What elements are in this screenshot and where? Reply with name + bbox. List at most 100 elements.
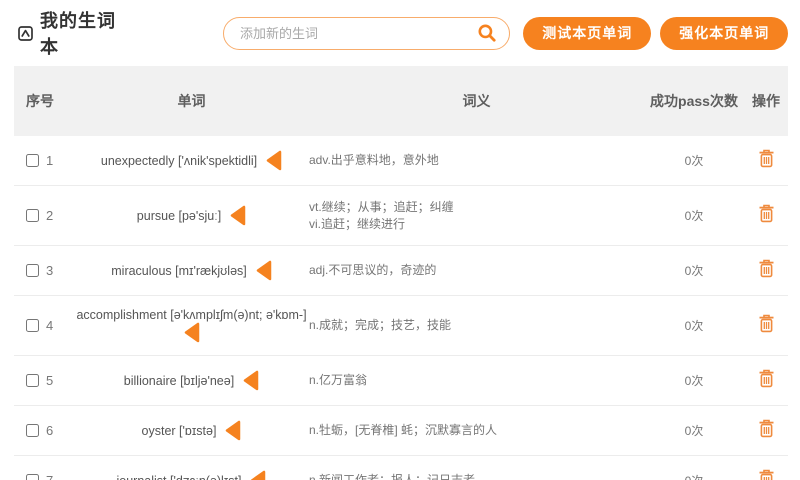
word-text: billionaire [bɪljə'neə] <box>124 374 234 388</box>
row-index-cell: 6 <box>14 423 74 438</box>
meaning-line: vt.继续；从事；追赶；纠缠 <box>309 199 634 216</box>
pass-count-cell: 0次 <box>644 422 744 440</box>
pass-count: 0次 <box>685 424 704 438</box>
header-meaning: 词义 <box>309 91 644 111</box>
row-action-cell <box>744 149 788 173</box>
add-word-input[interactable] <box>223 17 510 50</box>
pass-count: 0次 <box>685 209 704 223</box>
word-text: miraculous [mɪ'rækjʊləs] <box>111 264 247 278</box>
pronounce-icon[interactable] <box>224 420 241 441</box>
table-header: 序号 单词 词义 成功pass次数 操作 <box>14 66 788 136</box>
table-row: 4 accomplishment [ə'kʌmplɪʃm(ə)nt; ə'kɒm… <box>14 296 788 356</box>
pass-count: 0次 <box>685 319 704 333</box>
row-checkbox[interactable] <box>26 424 39 437</box>
header-action: 操作 <box>744 89 788 113</box>
row-checkbox[interactable] <box>26 264 39 277</box>
pass-count-cell: 0次 <box>644 372 744 390</box>
row-checkbox[interactable] <box>26 474 39 480</box>
pass-count-cell: 0次 <box>644 262 744 280</box>
row-action-cell <box>744 419 788 443</box>
reinforce-page-words-button[interactable]: 强化本页单词 <box>660 17 788 50</box>
row-action-cell <box>744 314 788 338</box>
row-index-cell: 1 <box>14 153 74 168</box>
page-title: 我的生词本 <box>40 7 131 59</box>
word-meaning: n.新闻工作者；报人；记日志者 <box>309 468 644 480</box>
pronounce-icon[interactable] <box>265 150 282 171</box>
pronounce-icon[interactable] <box>229 205 246 226</box>
pronounce-icon[interactable] <box>183 322 200 343</box>
row-index: 1 <box>46 153 53 168</box>
notebook-icon <box>18 26 33 41</box>
row-index: 5 <box>46 373 53 388</box>
pronounce-icon[interactable] <box>242 370 259 391</box>
meaning-line: n.亿万富翁 <box>309 372 634 389</box>
row-checkbox[interactable] <box>26 319 39 332</box>
row-index: 6 <box>46 423 53 438</box>
test-page-words-button[interactable]: 测试本页单词 <box>523 17 651 50</box>
search-box <box>223 17 510 50</box>
meaning-line: adj.不可思议的，奇迹的 <box>309 262 634 279</box>
table-row: 2 pursue [pə'sjuː] vt.继续；从事；追赶；纠缠vi.追赶；继… <box>14 186 788 246</box>
row-checkbox[interactable] <box>26 374 39 387</box>
row-word-cell: oyster ['ɒɪstə] <box>74 416 309 445</box>
delete-icon[interactable] <box>758 204 775 223</box>
table-row: 3 miraculous [mɪ'rækjʊləs] adj.不可思议的，奇迹的… <box>14 246 788 296</box>
pass-count: 0次 <box>685 154 704 168</box>
header-index: 序号 <box>14 91 74 111</box>
row-index-cell: 2 <box>14 208 74 223</box>
delete-icon[interactable] <box>758 469 775 480</box>
delete-icon[interactable] <box>758 149 775 168</box>
top-bar: 我的生词本 测试本页单词 强化本页单词 <box>0 0 800 66</box>
meaning-line: adv.出乎意料地，意外地 <box>309 152 634 169</box>
row-index: 7 <box>46 473 53 480</box>
delete-icon[interactable] <box>758 369 775 388</box>
row-index-cell: 4 <box>14 318 74 333</box>
word-text: oyster ['ɒɪstə] <box>142 424 217 438</box>
delete-icon[interactable] <box>758 314 775 333</box>
pass-count: 0次 <box>685 474 704 480</box>
word-meaning: n.成就；完成；技艺，技能 <box>309 313 644 338</box>
row-action-cell <box>744 469 788 480</box>
word-text: journalist ['dʒɜːn(ə)lɪst] <box>117 474 242 480</box>
row-action-cell <box>744 259 788 283</box>
row-action-cell <box>744 204 788 228</box>
row-index-cell: 5 <box>14 373 74 388</box>
pass-count-cell: 0次 <box>644 207 744 225</box>
row-checkbox[interactable] <box>26 209 39 222</box>
table-body: 1 unexpectedly ['ʌnik'spektidli] adv.出乎意… <box>14 136 788 480</box>
pronounce-icon[interactable] <box>255 260 272 281</box>
word-text: unexpectedly ['ʌnik'spektidli] <box>101 154 257 168</box>
row-index-cell: 3 <box>14 263 74 278</box>
word-text: pursue [pə'sjuː] <box>137 209 221 223</box>
meaning-line: n.新闻工作者；报人；记日志者 <box>309 472 634 480</box>
row-word-cell: unexpectedly ['ʌnik'spektidli] <box>74 146 309 175</box>
pass-count: 0次 <box>685 264 704 278</box>
word-meaning: adv.出乎意料地，意外地 <box>309 148 644 173</box>
pass-count-cell: 0次 <box>644 152 744 170</box>
row-checkbox[interactable] <box>26 154 39 167</box>
meaning-line: vi.追赶；继续进行 <box>309 216 634 233</box>
search-icon[interactable] <box>477 23 497 43</box>
word-text: accomplishment [ə'kʌmplɪʃm(ə)nt; ə'kɒm-] <box>76 308 306 322</box>
word-meaning: n.牡蛎，[无脊椎] 蚝；沉默寡言的人 <box>309 418 644 443</box>
table-row: 1 unexpectedly ['ʌnik'spektidli] adv.出乎意… <box>14 136 788 186</box>
table-row: 5 billionaire [bɪljə'neə] n.亿万富翁 0次 <box>14 356 788 406</box>
meaning-line: n.成就；完成；技艺，技能 <box>309 317 634 334</box>
row-action-cell <box>744 369 788 393</box>
pronounce-icon[interactable] <box>249 470 266 480</box>
row-index: 4 <box>46 318 53 333</box>
row-word-cell: billionaire [bɪljə'neə] <box>74 366 309 395</box>
pass-count-cell: 0次 <box>644 472 744 480</box>
delete-icon[interactable] <box>758 259 775 278</box>
header-word: 单词 <box>74 91 309 111</box>
delete-icon[interactable] <box>758 419 775 438</box>
vocab-table: 序号 单词 词义 成功pass次数 操作 1 unexpectedly ['ʌn… <box>14 66 788 480</box>
row-word-cell: pursue [pə'sjuː] <box>74 201 309 230</box>
row-word-cell: accomplishment [ə'kʌmplɪʃm(ə)nt; ə'kɒm-] <box>74 304 309 347</box>
word-meaning: n.亿万富翁 <box>309 368 644 393</box>
row-index: 2 <box>46 208 53 223</box>
word-meaning: adj.不可思议的，奇迹的 <box>309 258 644 283</box>
pass-count: 0次 <box>685 374 704 388</box>
table-row: 6 oyster ['ɒɪstə] n.牡蛎，[无脊椎] 蚝；沉默寡言的人 0次 <box>14 406 788 456</box>
row-index-cell: 7 <box>14 473 74 480</box>
